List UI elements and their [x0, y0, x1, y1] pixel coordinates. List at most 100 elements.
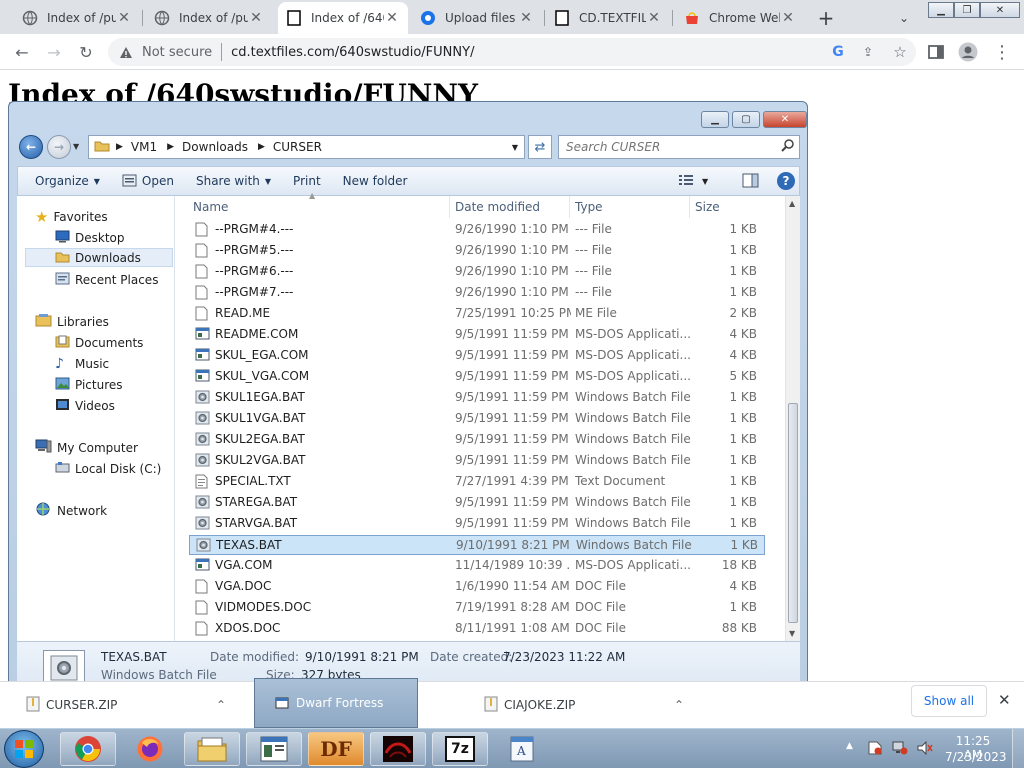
download-item-2-chevron-icon[interactable]: ⌃	[674, 698, 684, 712]
restore-button[interactable]: ❐	[954, 2, 980, 18]
kebab-menu-icon[interactable]: ⋮	[992, 42, 1012, 63]
url-text[interactable]: cd.textfiles.com/640swstudio/FUNNY/	[231, 45, 824, 60]
nav-downloads[interactable]: Downloads	[25, 248, 173, 267]
column-header-size[interactable]: Size	[690, 196, 765, 218]
taskbar-dark-app[interactable]	[370, 732, 426, 766]
explorer-maximize-button[interactable]: ▢	[732, 111, 760, 128]
new-tab-button[interactable]: +	[812, 2, 840, 34]
share-with-menu[interactable]: Share with ▼	[196, 174, 271, 188]
omnibox[interactable]: Not secure cd.textfiles.com/640swstudio/…	[108, 38, 916, 66]
file-row[interactable]: XDOS.DOC 8/11/1991 1:08 AM DOC File 88 KB	[189, 619, 765, 639]
file-row[interactable]: SKUL1VGA.BAT 9/5/1991 11:59 PM Windows Bat…	[189, 409, 765, 429]
tab-6-close-icon[interactable]: ✕	[780, 10, 796, 26]
download-item-1-chevron-icon[interactable]: ⌃	[216, 698, 226, 712]
refresh-button[interactable]: ⇄	[528, 135, 552, 159]
file-row[interactable]: --PRGM#7.--- 9/26/1990 1:10 PM --- File 1 K…	[189, 283, 765, 303]
file-row[interactable]: SKUL_VGA.COM 9/5/1991 11:59 PM MS-DOS Appl…	[189, 367, 765, 387]
download-item-1[interactable]: CURSER.ZIP ⌃	[26, 690, 226, 720]
tab-4-close-icon[interactable]: ✕	[518, 10, 534, 26]
nav-local-disk[interactable]: Local Disk (C:)	[55, 459, 161, 478]
breadcrumb-curser[interactable]: CURSER	[273, 140, 322, 154]
search-icon[interactable]	[781, 139, 794, 155]
explorer-address-bar[interactable]: ▶ VM1 ▶ Downloads ▶ CURSER ▼	[88, 135, 525, 159]
taskbar-7zip[interactable]: 7z	[432, 732, 488, 766]
download-item-2[interactable]: CIAJOKE.ZIP ⌃	[484, 690, 684, 720]
profile-avatar-icon[interactable]	[958, 42, 978, 62]
forward-arrow-icon[interactable]: →	[44, 42, 64, 62]
tab-3-active[interactable]: Index of /640swstudio/FUNNY ✕	[278, 2, 408, 34]
taskbar-dwarf-fortress[interactable]: DF	[308, 732, 364, 766]
taskbar-thumbnail-tooltip[interactable]: Dwarf Fortress	[254, 678, 418, 728]
taskbar-firefox[interactable]	[122, 732, 178, 766]
share-icon[interactable]: ⇪	[852, 45, 884, 59]
nav-favorites[interactable]: ★ Favorites	[35, 207, 108, 226]
file-row[interactable]: VIDMODES.DOC 7/19/1991 8:28 AM DOC File 1 K…	[189, 598, 765, 618]
file-row[interactable]: SKUL1EGA.BAT 9/5/1991 11:59 PM Windows Bat…	[189, 388, 765, 408]
clock-date[interactable]: 7/23/2023	[945, 750, 1007, 764]
recent-pages-chevron-icon[interactable]: ▼	[73, 142, 79, 151]
back-button[interactable]: ←	[19, 135, 43, 159]
nav-recent-places[interactable]: Recent Places	[55, 270, 158, 289]
scroll-thumb[interactable]	[788, 403, 798, 623]
security-label[interactable]: Not secure	[142, 45, 212, 60]
taskbar-explorer[interactable]	[184, 732, 240, 766]
nav-documents[interactable]: Documents	[55, 333, 143, 352]
start-button[interactable]	[4, 730, 44, 768]
show-all-button[interactable]: Show all	[911, 685, 987, 717]
file-row[interactable]: --PRGM#6.--- 9/26/1990 1:10 PM --- File 1 K…	[189, 262, 765, 282]
column-header-date[interactable]: Date modified	[450, 196, 570, 218]
tab-6[interactable]: Chrome Web Store ✕	[676, 2, 804, 34]
scroll-up-arrow-icon[interactable]: ▲	[789, 199, 795, 208]
explorer-close-button[interactable]: ✕	[763, 111, 807, 128]
file-row[interactable]: SKUL2VGA.BAT 9/5/1991 11:59 PM Windows Bat…	[189, 451, 765, 471]
file-row[interactable]: READ.ME 7/25/1991 10:25 PM ME File 2 KB	[189, 304, 765, 324]
file-row[interactable]: STARVGA.BAT 9/5/1991 11:59 PM Windows Batc…	[189, 514, 765, 534]
tab-1[interactable]: Index of /pub/... ✕	[14, 2, 140, 34]
vertical-scrollbar[interactable]: ▲ ▼	[785, 196, 800, 641]
warning-icon[interactable]	[118, 46, 134, 59]
tab-4[interactable]: Upload files ✕	[412, 2, 542, 34]
file-row[interactable]: README.COM 9/5/1991 11:59 PM MS-DOS Applic…	[189, 325, 765, 345]
side-panel-icon[interactable]	[926, 42, 946, 62]
view-options-button[interactable]: ▼	[678, 173, 708, 190]
organize-menu[interactable]: Organize ▼	[35, 174, 100, 188]
scroll-down-arrow-icon[interactable]: ▼	[789, 629, 795, 638]
tab-5[interactable]: CD.TEXTFILES.COM ✕	[546, 2, 670, 34]
taskbar-window-app[interactable]	[246, 732, 302, 766]
new-folder-button[interactable]: New folder	[343, 174, 408, 188]
close-button[interactable]: ✕	[980, 2, 1020, 18]
minimize-button[interactable]: ▁	[928, 2, 954, 18]
show-desktop-button[interactable]	[1012, 729, 1024, 768]
file-row[interactable]: VGA.COM 11/14/1989 10:39 ... MS-DOS Applic…	[189, 556, 765, 576]
nav-videos[interactable]: Videos	[55, 396, 115, 415]
tab-3-close-icon[interactable]: ✕	[384, 10, 400, 26]
google-icon[interactable]: G	[824, 44, 852, 60]
taskbar-chrome[interactable]	[60, 732, 116, 766]
back-arrow-icon[interactable]: ←	[12, 42, 32, 62]
tab-search-chevron-icon[interactable]: ⌄	[892, 2, 916, 34]
forward-button[interactable]: →	[47, 135, 71, 159]
nav-music[interactable]: ♪ Music	[55, 354, 109, 373]
close-shelf-icon[interactable]: ✕	[998, 691, 1011, 709]
breadcrumb-vm1[interactable]: VM1 ▶	[131, 140, 174, 154]
nav-my-computer[interactable]: My Computer	[35, 438, 138, 457]
file-row[interactable]: STAREGA.BAT 9/5/1991 11:59 PM Windows Batc…	[189, 493, 765, 513]
column-header-name[interactable]: Name ▲	[189, 191, 450, 218]
file-row[interactable]: --PRGM#5.--- 9/26/1990 1:10 PM --- File 1 K…	[189, 241, 765, 261]
file-row[interactable]: --PRGM#4.--- 9/26/1990 1:10 PM --- File 1 K…	[189, 220, 765, 240]
tab-2[interactable]: Index of /pub/... ✕	[146, 2, 272, 34]
file-row[interactable]: SKUL_EGA.COM 9/5/1991 11:59 PM MS-DOS Appl…	[189, 346, 765, 366]
column-header-type[interactable]: Type	[570, 196, 690, 218]
file-row[interactable]: VGA.DOC 1/6/1990 11:54 AM DOC File 4 KB	[189, 577, 765, 597]
breadcrumb-separator-icon[interactable]: ▶	[167, 142, 174, 152]
print-button[interactable]: Print	[293, 174, 321, 188]
breadcrumb-separator-icon[interactable]: ▶	[258, 142, 265, 152]
tab-1-close-icon[interactable]: ✕	[116, 10, 132, 26]
tab-2-close-icon[interactable]: ✕	[248, 10, 264, 26]
search-box[interactable]	[558, 135, 800, 159]
file-row-selected[interactable]: TEXAS.BAT 9/10/1991 8:21 PM Windows Batch …	[189, 535, 765, 555]
preview-pane-button[interactable]	[742, 173, 759, 191]
tab-5-close-icon[interactable]: ✕	[646, 10, 662, 26]
address-history-chevron-icon[interactable]: ▼	[512, 143, 518, 152]
file-row[interactable]: SPECIAL.TXT 7/27/1991 4:39 PM Text Documen…	[189, 472, 765, 492]
